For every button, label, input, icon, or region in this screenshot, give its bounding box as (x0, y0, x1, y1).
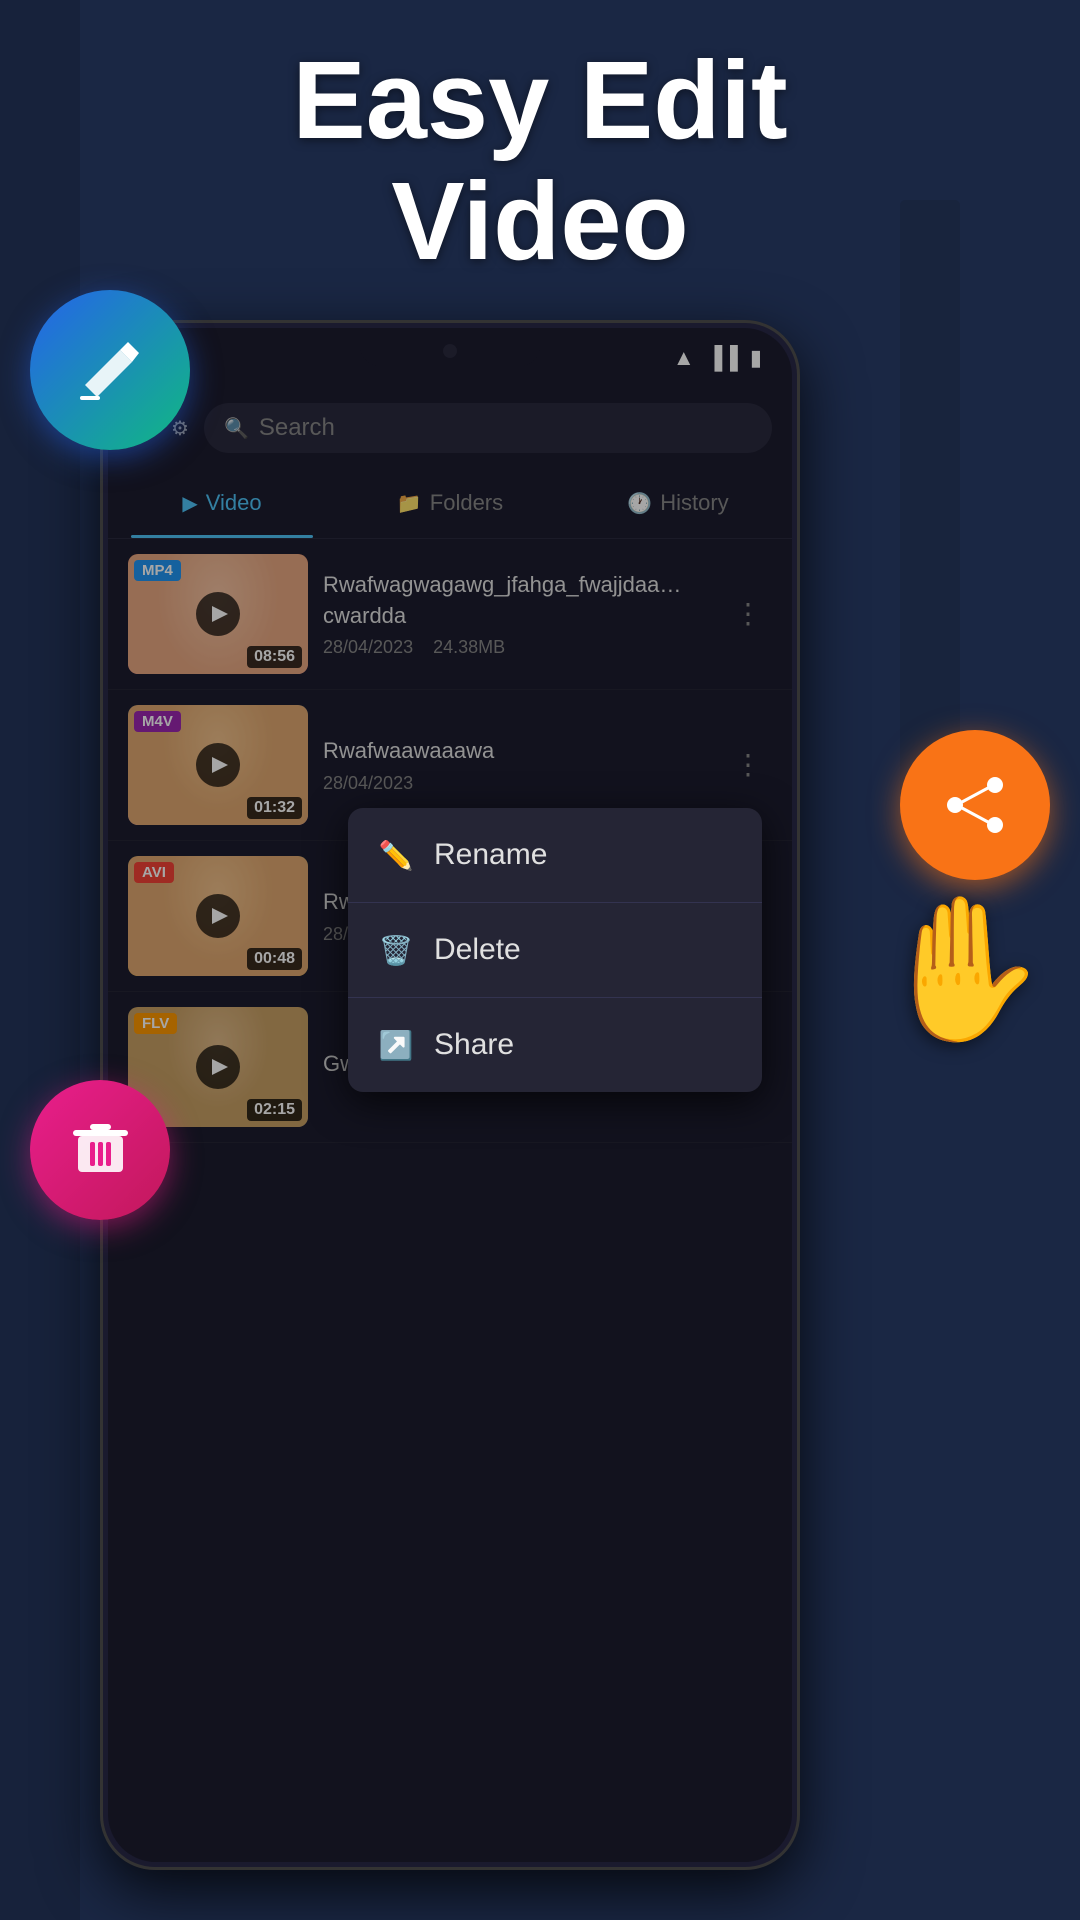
pencil-icon (70, 330, 150, 410)
context-menu-rename[interactable]: ✏️ Rename (348, 808, 762, 903)
context-menu-delete[interactable]: 🗑️ Delete (348, 903, 762, 998)
film-strip-left (0, 0, 80, 1920)
phone-screen: ▲ ▐▐ ▮ ⚙ 🔍 Search (108, 328, 792, 1862)
context-menu-share[interactable]: ↗️ Share (348, 998, 762, 1092)
share-button-circle[interactable] (900, 730, 1050, 880)
rename-icon: ✏️ (378, 839, 414, 872)
phone-frame: ▲ ▐▐ ▮ ⚙ 🔍 Search (100, 320, 800, 1870)
share-label: Share (434, 1028, 514, 1062)
film-strip-right (900, 200, 960, 800)
share-icon-menu: ↗️ (378, 1029, 414, 1062)
hand-pointer: 🤚 (860, 870, 1060, 1070)
delete-icon: 🗑️ (378, 934, 414, 967)
share-icon (940, 770, 1010, 840)
hero-section: Easy Edit Video (0, 40, 1080, 282)
context-menu-overlay (108, 388, 792, 1862)
trash-icon (68, 1118, 133, 1183)
delete-label: Delete (434, 933, 521, 967)
rename-label: Rename (434, 838, 547, 872)
delete-icon-circle[interactable] (30, 1080, 170, 1220)
app-content: ⚙ 🔍 Search ▶ Video 📁 Folders 🕐 H (108, 388, 792, 1862)
hero-title: Easy Edit Video (0, 40, 1080, 282)
context-menu: ✏️ Rename 🗑️ Delete ↗️ Share (348, 808, 762, 1092)
edit-icon-circle[interactable] (30, 290, 190, 450)
